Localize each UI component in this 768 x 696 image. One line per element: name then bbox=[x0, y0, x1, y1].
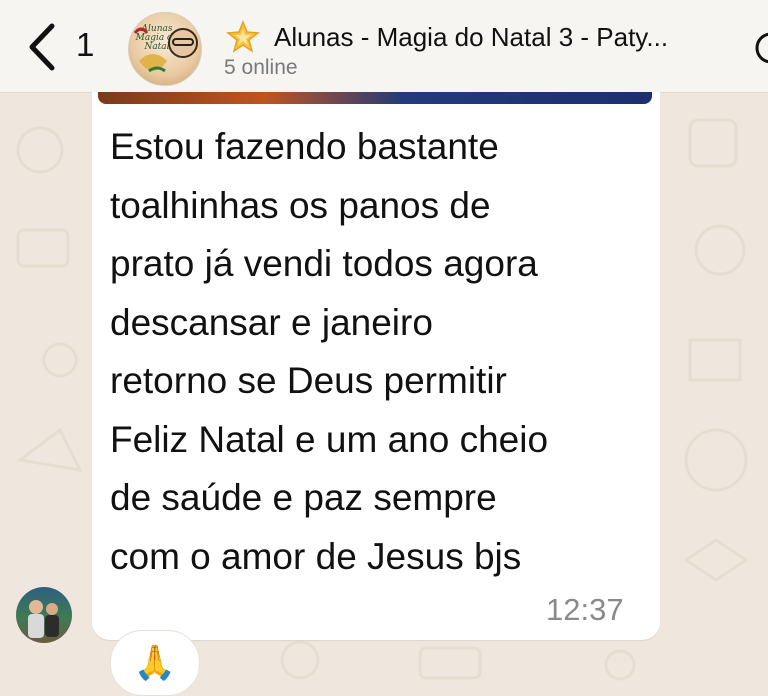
message-time: 12:37 bbox=[546, 592, 624, 627]
chat-header: 1 Alunas Magia do Natal Alunas - Magia d… bbox=[0, 0, 768, 93]
chat-bubble-icon[interactable] bbox=[755, 28, 768, 68]
message-text: Estou fazendo bastante toalhinhas os pan… bbox=[110, 126, 549, 577]
online-status: 5 online bbox=[224, 56, 298, 79]
reaction-badge[interactable]: 🙏 bbox=[110, 630, 200, 696]
group-title-row[interactable]: Alunas - Magia do Natal 3 - Paty... bbox=[226, 20, 746, 56]
group-title: Alunas - Magia do Natal 3 - Paty... bbox=[274, 22, 669, 52]
chevron-left-icon[interactable] bbox=[22, 22, 62, 72]
group-avatar[interactable]: Alunas Magia do Natal bbox=[128, 12, 202, 86]
sender-avatar[interactable] bbox=[16, 587, 72, 643]
unread-count[interactable]: 1 bbox=[76, 26, 94, 64]
media-preview-edge[interactable] bbox=[98, 92, 652, 104]
star-icon bbox=[226, 20, 260, 53]
